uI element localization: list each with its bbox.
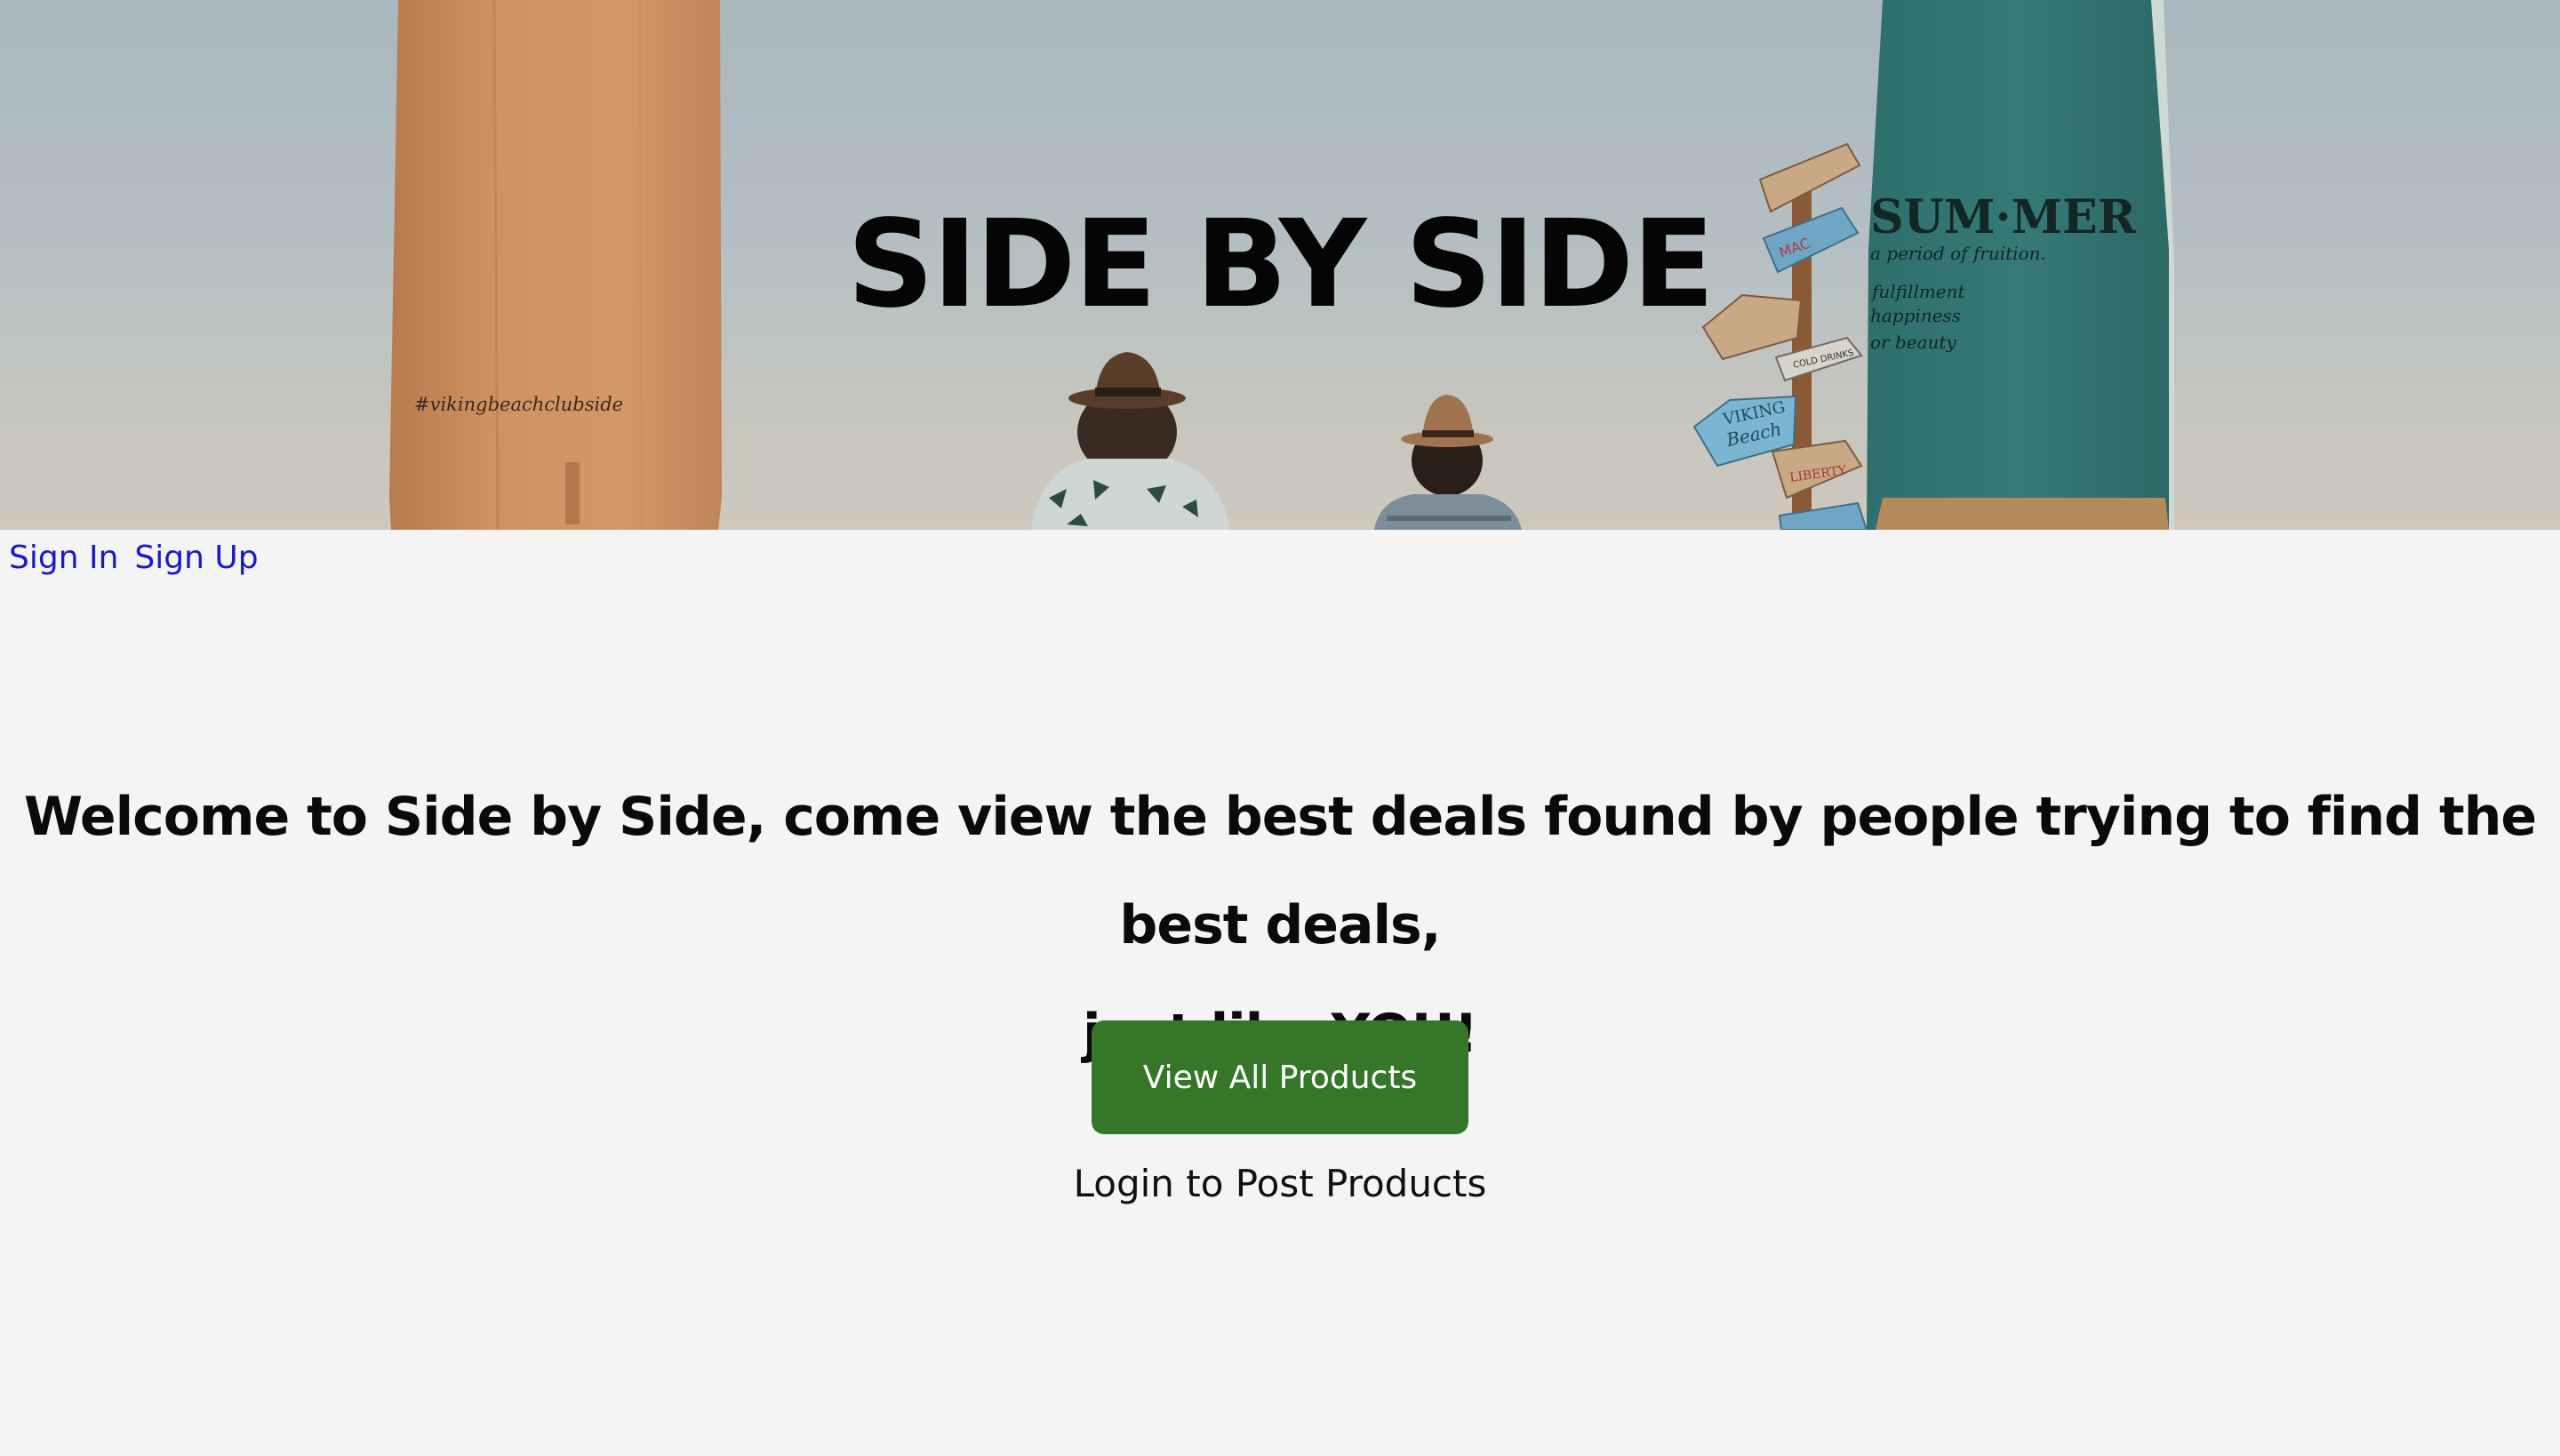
sign-up-link[interactable]: Sign Up [134,540,258,576]
right-board-line4: or beauty [1870,332,1956,353]
site-title: SIDE BY SIDE [846,195,1715,335]
left-board-text: #vikingbeachclubside [414,394,623,415]
auth-nav: Sign In Sign Up [9,537,259,580]
login-to-post-text: Login to Post Products [1073,1162,1487,1205]
beach-signpost: MAC COLD DRINKS VIKING Beach LIBERTY [1692,142,1868,530]
view-all-products-button[interactable]: View All Products [1092,1020,1468,1134]
sign-in-link[interactable]: Sign In [9,540,118,576]
person-right [1374,395,1522,530]
welcome-line-1: Welcome to Side by Side, come view the b… [23,786,2537,956]
page: #vikingbeachclubside SUM·MER a period of… [0,0,2560,1456]
person-left [1031,352,1230,530]
hero-banner: #vikingbeachclubside SUM·MER a period of… [0,0,2560,530]
